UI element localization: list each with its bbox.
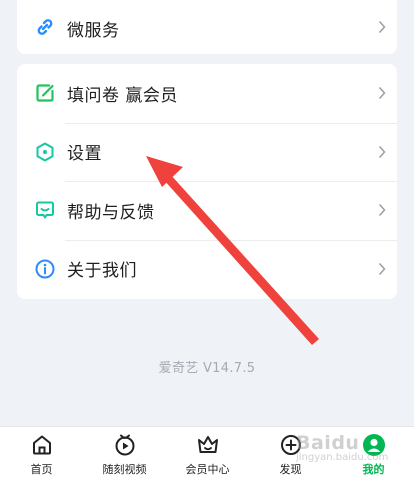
video-icon [115, 434, 134, 456]
menu-item-label: 帮助与反馈 [67, 202, 155, 223]
menu-item-label: 关于我们 [67, 261, 137, 282]
watermark-url: jingyan.baidu.com [296, 452, 389, 463]
tab-label: 会员中心 [185, 463, 230, 476]
tab-label: 我的 [362, 463, 385, 476]
tab-label: 随刻视频 [102, 463, 147, 476]
chat-bubble-icon [36, 201, 54, 219]
app-version: 爱奇艺 V14.7.5 [158, 361, 256, 376]
menu-item-label: 填问卷 赢会员 [67, 85, 178, 106]
menu-item-label: 设置 [67, 144, 102, 165]
home-icon [32, 435, 51, 455]
services-card: 微服务 [17, 0, 397, 54]
tab-label: 发现 [279, 463, 302, 476]
settings-card: 填问卷 赢会员 设置 帮助与反馈 关于我们 [17, 64, 397, 299]
chevron-right-icon [378, 145, 386, 158]
menu-item-help-feedback[interactable]: 帮助与反馈 [17, 181, 397, 240]
chevron-right-icon [378, 87, 386, 100]
tab-vip-center[interactable]: 会员中心 [166, 427, 249, 479]
menu-item-micro-services[interactable]: 微服务 [17, 0, 397, 54]
menu-item-survey[interactable]: 填问卷 赢会员 [17, 64, 397, 123]
chevron-right-icon [378, 204, 386, 217]
menu-item-about-us[interactable]: 关于我们 [17, 239, 397, 299]
baidu-watermark: Baidu jingyan.baidu.com [296, 432, 388, 463]
edit-icon [36, 84, 54, 102]
chevron-right-icon [378, 262, 386, 275]
tab-home[interactable]: 首页 [0, 427, 83, 479]
crown-icon [197, 436, 218, 453]
info-icon [35, 259, 55, 279]
watermark-text: Baidu [296, 432, 360, 454]
tab-short-video[interactable]: 随刻视频 [83, 427, 166, 479]
menu-item-settings[interactable]: 设置 [17, 122, 397, 182]
tab-label: 首页 [30, 463, 53, 476]
hexagon-settings-icon [36, 142, 54, 162]
link-icon [37, 19, 53, 35]
menu-item-label: 微服务 [67, 21, 120, 41]
chevron-right-icon [378, 20, 386, 34]
